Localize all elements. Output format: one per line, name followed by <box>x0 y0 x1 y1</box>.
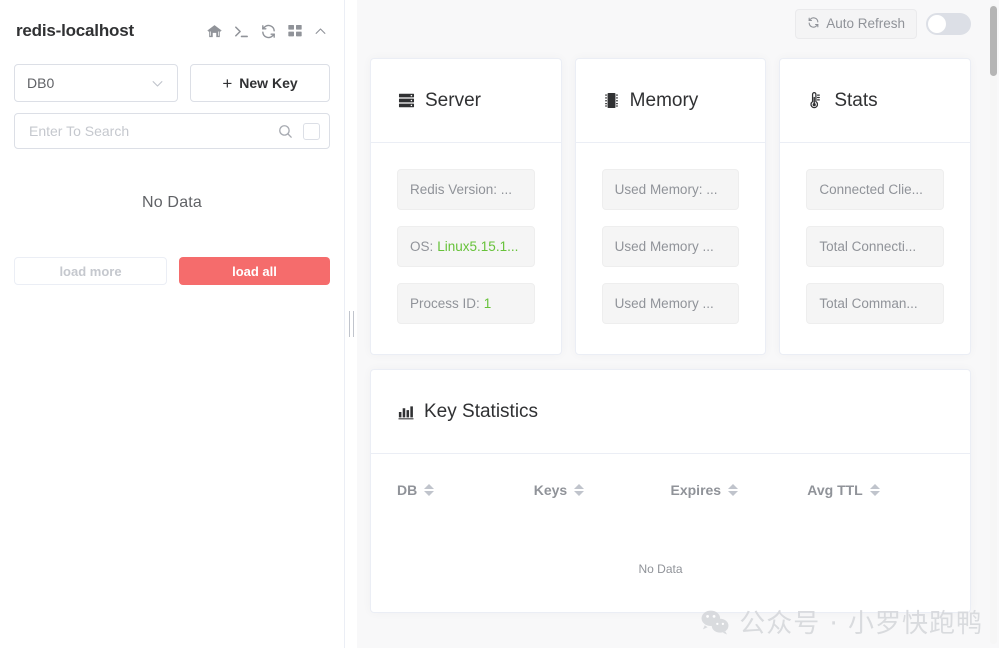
info-pill-value: Linux5.15.1... <box>437 239 519 254</box>
info-pill-label: Total Connecti... <box>819 239 917 254</box>
scrollbar-thumb[interactable] <box>990 6 997 76</box>
column-header-expires[interactable]: Expires <box>671 482 808 498</box>
load-buttons-row: load more load all <box>14 257 330 285</box>
stats-card-title: Stats <box>834 89 878 111</box>
column-header-keys[interactable]: Keys <box>534 482 671 498</box>
info-pill: Used Memory ... <box>601 226 740 267</box>
info-pill-label: OS: <box>410 239 434 254</box>
refresh-icon <box>807 16 820 32</box>
info-pill: Total Connecti... <box>806 226 945 267</box>
sidebar-controls-row: DB0 + New Key <box>14 64 330 102</box>
key-tree-empty-state: No Data load more load all <box>14 149 330 648</box>
info-pill-label: Process ID: <box>410 296 480 311</box>
search-select-all-checkbox[interactable] <box>303 122 320 140</box>
server-card-header: Server <box>371 59 561 143</box>
memory-card-body: Used Memory: ... Used Memory ... Used Me… <box>576 143 766 354</box>
thermometer-icon <box>806 91 825 110</box>
info-cards-row: Server Redis Version: ... OS: Linux5.15.… <box>370 58 972 355</box>
main-panel: Auto Refresh Server Redis Version: ... O… <box>345 0 999 648</box>
memory-chip-icon <box>602 91 621 110</box>
sort-icon[interactable] <box>728 484 739 496</box>
server-card-title: Server <box>425 89 481 111</box>
load-all-button[interactable]: load all <box>179 257 330 285</box>
key-statistics-title: Key Statistics <box>424 400 539 422</box>
key-statistics-card: Key Statistics DB Keys Expires Avg TTL N… <box>370 369 971 613</box>
info-pill: Used Memory ... <box>601 283 740 324</box>
memory-card: Memory Used Memory: ... Used Memory ... … <box>574 58 767 355</box>
toggle-knob <box>928 14 946 33</box>
info-pill-value: 1 <box>483 296 492 311</box>
vertical-scrollbar[interactable] <box>990 4 997 644</box>
new-key-button[interactable]: + New Key <box>190 64 330 102</box>
info-pill: Total Comman... <box>806 283 945 324</box>
info-pill-label: Used Memory ... <box>614 239 714 254</box>
key-tree-empty-text: No Data <box>141 194 203 211</box>
main-content: Auto Refresh Server Redis Version: ... O… <box>357 0 999 648</box>
server-card-body: Redis Version: ... OS: Linux5.15.1... Pr… <box>371 143 561 354</box>
main-toolbar: Auto Refresh <box>370 0 971 47</box>
info-pill: Redis Version: ... <box>397 169 535 210</box>
info-pill-label: Redis Version: ... <box>410 182 513 197</box>
sort-icon[interactable] <box>574 484 585 496</box>
stats-card-body: Connected Clie... Total Connecti... Tota… <box>780 143 970 354</box>
app-root: redis-localhost DB0 + New Key Enter To S… <box>0 0 999 648</box>
auto-refresh-button[interactable]: Auto Refresh <box>795 8 917 39</box>
home-icon[interactable] <box>206 23 223 40</box>
info-pill: Process ID: 1 <box>397 283 535 324</box>
chevron-down-icon <box>150 76 165 91</box>
table-header-row: DB Keys Expires Avg TTL <box>397 454 944 526</box>
column-header-avg-ttl[interactable]: Avg TTL <box>807 482 944 498</box>
new-key-label: New Key <box>239 75 298 91</box>
server-icon <box>397 91 416 110</box>
info-pill: OS: Linux5.15.1... <box>397 226 535 267</box>
key-statistics-table: DB Keys Expires Avg TTL No Data <box>371 454 970 612</box>
search-bar[interactable] <box>14 113 330 149</box>
chevron-up-icon[interactable] <box>313 24 328 39</box>
info-pill: Used Memory: ... <box>601 169 740 210</box>
column-label: Keys <box>533 482 568 498</box>
stats-card: Stats Connected Clie... Total Connecti..… <box>779 58 972 355</box>
sort-icon[interactable] <box>424 484 435 496</box>
auto-refresh-toggle[interactable] <box>926 12 971 35</box>
key-statistics-header: Key Statistics <box>371 370 970 454</box>
load-more-button[interactable]: load more <box>14 257 167 285</box>
sidebar-header: redis-localhost <box>14 0 330 62</box>
search-input[interactable] <box>29 123 277 139</box>
terminal-icon[interactable] <box>233 23 250 40</box>
info-pill: Connected Clie... <box>806 169 945 210</box>
memory-card-title: Memory <box>629 89 699 111</box>
search-icon[interactable] <box>277 123 294 140</box>
info-pill-label: Connected Clie... <box>819 182 923 197</box>
sidebar: redis-localhost DB0 + New Key Enter To S… <box>0 0 345 648</box>
column-header-db[interactable]: DB <box>397 482 534 498</box>
resize-grip-icon <box>348 311 354 337</box>
plus-icon: + <box>222 73 233 93</box>
table-empty-state: No Data <box>638 562 683 576</box>
server-card: Server Redis Version: ... OS: Linux5.15.… <box>370 58 562 355</box>
refresh-icon[interactable] <box>260 23 277 40</box>
column-label: Avg TTL <box>807 482 863 498</box>
db-select[interactable]: DB0 <box>14 64 178 102</box>
db-select-value: DB0 <box>27 75 55 91</box>
sidebar-header-icons <box>206 23 328 40</box>
auto-refresh-label: Auto Refresh <box>826 16 905 31</box>
sort-icon[interactable] <box>869 484 880 496</box>
info-pill-label: Used Memory: ... <box>614 182 718 197</box>
memory-card-header: Memory <box>575 59 766 143</box>
column-label: DB <box>397 482 418 498</box>
stats-card-header: Stats <box>780 59 971 143</box>
connection-title: redis-localhost <box>16 21 134 40</box>
column-label: Expires <box>670 482 722 498</box>
info-pill-label: Used Memory ... <box>614 296 714 311</box>
info-pill-label: Total Comman... <box>819 296 918 311</box>
panel-resize-handle[interactable] <box>345 0 357 648</box>
bar-chart-icon <box>397 403 415 421</box>
grid-icon[interactable] <box>287 23 303 39</box>
